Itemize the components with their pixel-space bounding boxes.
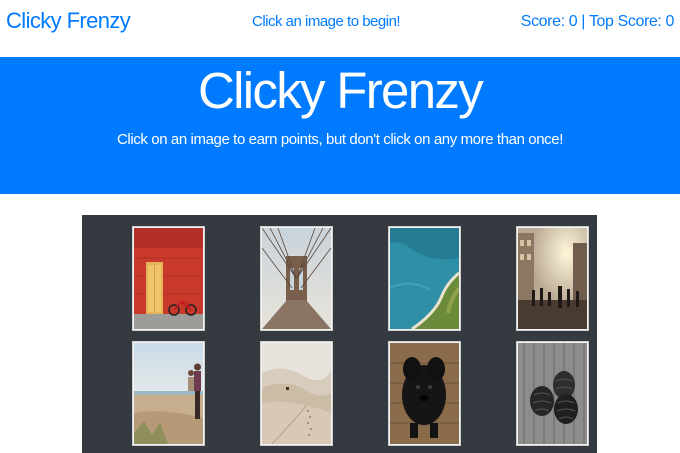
beach-couple-image [134, 343, 203, 444]
image-card-pinecones[interactable] [516, 341, 589, 446]
pinecones-image [518, 343, 587, 444]
image-card-dog[interactable] [388, 341, 461, 446]
hero-banner: Clicky Frenzy Click on an image to earn … [0, 57, 680, 194]
score-value: 0 [568, 13, 578, 30]
top-score-value: 0 [665, 13, 675, 30]
image-card-coast[interactable] [388, 226, 461, 331]
status-message: Click an image to begin! [252, 13, 401, 30]
hero-subtitle: Click on an image to earn points, but do… [116, 131, 563, 148]
top-score-label: Top Score: [588, 13, 662, 30]
score-display: Score: 0 | Top Score: 0 [520, 12, 675, 32]
city-street-sunset-image [518, 228, 587, 329]
aerial-coastline-image [390, 228, 459, 329]
desert-dunes-image [262, 343, 331, 444]
red-door-bicycle-image [134, 228, 203, 329]
image-card-bridge[interactable] [260, 226, 333, 331]
image-board [82, 215, 597, 453]
image-card-red-door[interactable] [132, 226, 205, 331]
image-card-beach[interactable] [132, 341, 205, 446]
bridge-cables-image [262, 228, 331, 329]
brand-link[interactable]: Clicky Frenzy [6, 8, 131, 34]
hero-title: Clicky Frenzy [198, 62, 484, 119]
image-card-desert[interactable] [260, 341, 333, 446]
black-dog-image [390, 343, 459, 444]
score-label: Score: [520, 13, 565, 30]
score-separator: | [581, 13, 585, 30]
image-card-city[interactable] [516, 226, 589, 331]
navbar: Clicky Frenzy Click an image to begin! S… [0, 0, 680, 47]
